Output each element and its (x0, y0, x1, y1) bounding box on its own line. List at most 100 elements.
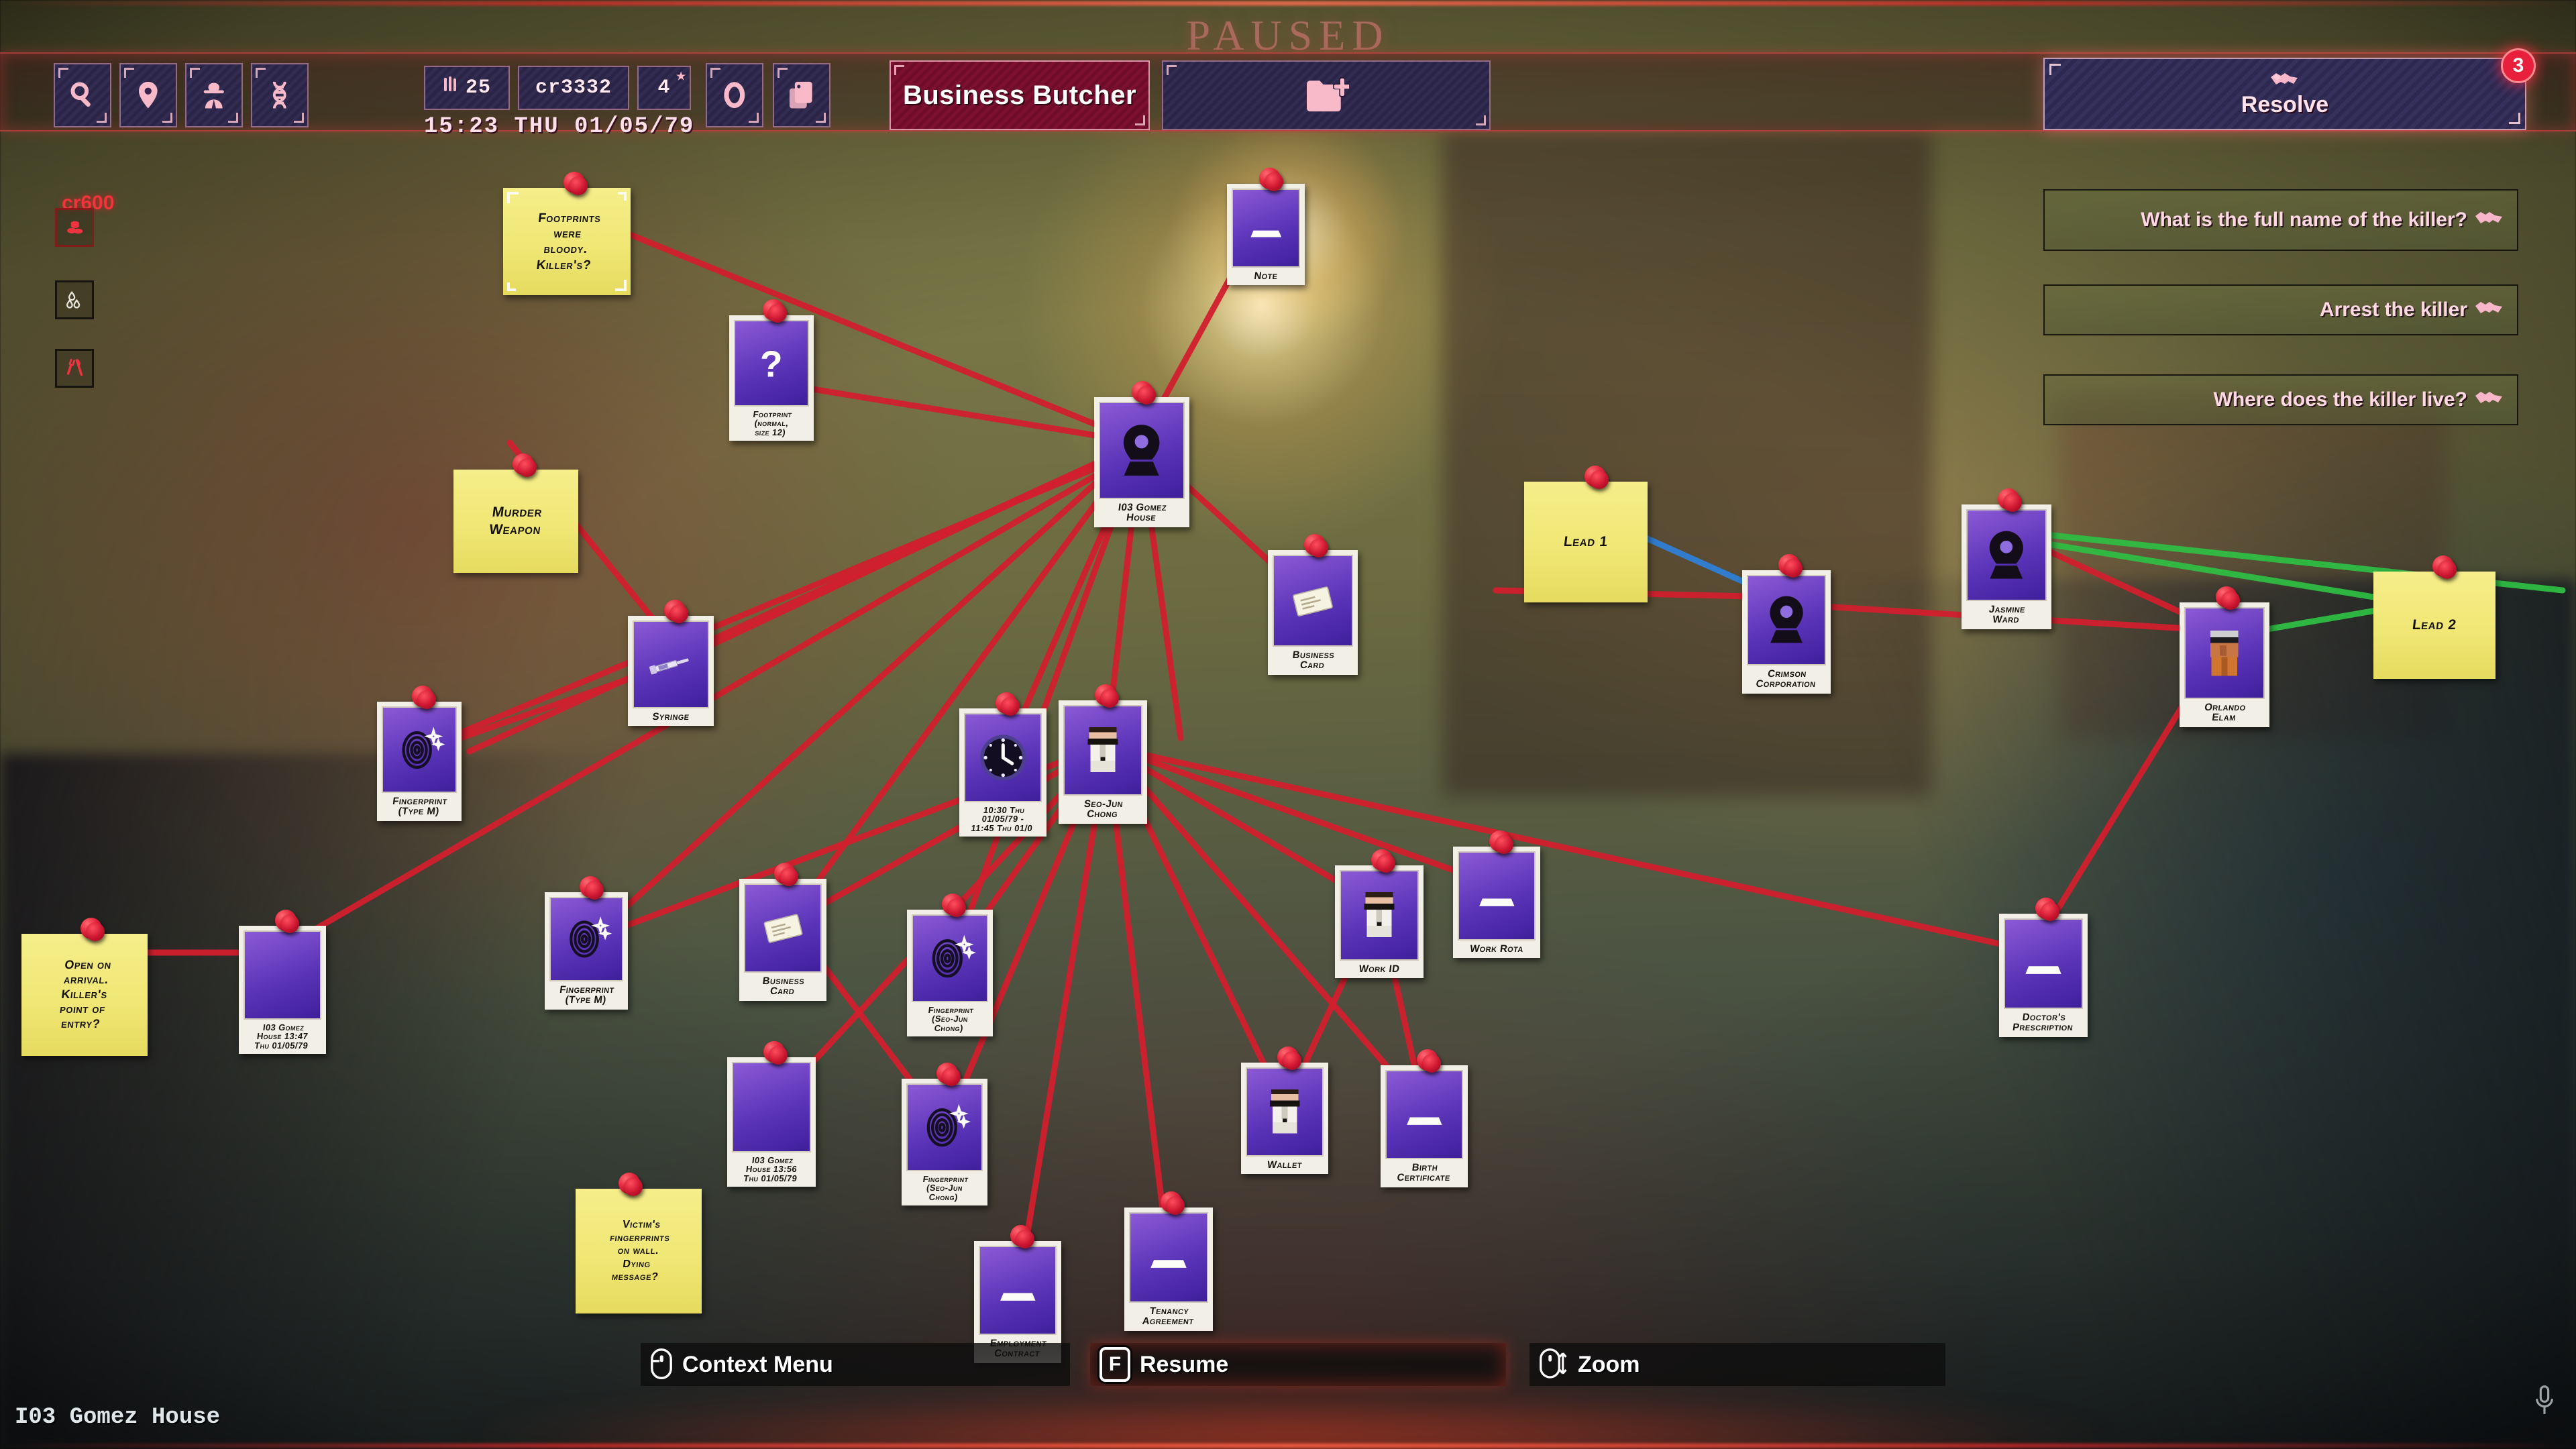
evidence-card[interactable]: Seo-Jun Chong (1059, 700, 1147, 824)
evidence-card[interactable]: Syringe (628, 616, 714, 727)
business-card-icon (763, 914, 803, 943)
card-thumbnail (382, 706, 457, 793)
card-thumbnail (2004, 918, 2083, 1009)
evidence-card-label: Orlando Elam (2204, 702, 2247, 724)
hud-zoom[interactable]: Zoom (1529, 1343, 1945, 1386)
evidence-card[interactable]: Business Card (739, 879, 826, 1001)
sticky-note[interactable]: Footprints were bloody. Killer's? (503, 188, 631, 295)
game-screen: PAUSED 25 cr3332 4 ★ 15:23 THU 01/05/79 (0, 0, 2576, 1449)
evidence-card[interactable]: Fingerprint (Type M) (545, 892, 628, 1010)
card-thumbnail (1063, 705, 1142, 796)
evidence-card[interactable]: Wallet (1241, 1063, 1328, 1175)
evidence-card[interactable]: Tenancy Agreement (1124, 1208, 1213, 1331)
sticky-note-text: Lead 1 (1562, 534, 1609, 550)
sticky-note[interactable]: Open on arrival. Killer's point of entry… (21, 934, 148, 1056)
evidence-card[interactable]: I03 Gomez House (1094, 397, 1189, 527)
clock-icon (980, 735, 1026, 781)
evidence-card-label: Fingerprint (Seo-Jun Chong) (922, 1174, 969, 1202)
evidence-card[interactable]: Jasmine Ward (1962, 504, 2051, 629)
evidence-card-label: I03 Gomez House 13:56 Thu 01/05/79 (743, 1155, 798, 1183)
evidence-card-label: 10:30 Thu 01/05/79 - 11:45 Thu 01/0 (970, 805, 1034, 833)
evidence-card-label: Footprint (normal, size 12) (752, 409, 793, 437)
document-icon (2025, 966, 2061, 975)
document-icon (1000, 1293, 1036, 1301)
sticky-note-text: Footprints were bloody. Killer's? (535, 211, 602, 272)
evidence-card-label: Work ID (1358, 963, 1401, 975)
person-portrait-icon (1087, 727, 1118, 773)
evidence-card-label: Fingerprint (Type M) (559, 984, 615, 1006)
sticky-note[interactable]: Lead 2 (2373, 572, 2496, 679)
evidence-card-label: Business Card (1291, 649, 1336, 672)
svg-text:?: ? (760, 343, 783, 384)
evidence-card[interactable]: Fingerprint (Type M) (377, 702, 462, 821)
evidence-card-label: Wallet (1267, 1159, 1303, 1171)
person-portrait-icon (1364, 892, 1395, 938)
evidence-card-label: Crimson Corporation (1755, 668, 1817, 690)
document-icon (1479, 898, 1515, 906)
hud-label: Zoom (1578, 1351, 1640, 1377)
map-pin-icon (1124, 424, 1160, 476)
card-thumbnail (906, 1083, 983, 1171)
card-thumbnail (1966, 509, 2047, 601)
evidence-card-label: Birth Certificate (1396, 1162, 1451, 1184)
card-thumbnail (244, 930, 321, 1020)
hud-label: Resume (1140, 1351, 1229, 1377)
card-thumbnail (979, 1246, 1057, 1335)
person-portrait-icon (2210, 630, 2239, 676)
corner-bracket (507, 282, 516, 291)
evidence-card-label: Doctor's Prescription (2012, 1012, 2074, 1034)
hud-resume[interactable]: F Resume (1090, 1343, 1506, 1386)
sticky-note-text: Murder Weapon (488, 504, 543, 537)
evidence-card[interactable]: Fingerprint (Seo-Jun Chong) (902, 1079, 987, 1205)
microphone-icon (2533, 1385, 2556, 1419)
evidence-card[interactable]: Doctor's Prescription (1999, 914, 2088, 1037)
evidence-card[interactable]: Fingerprint (Seo-Jun Chong) (907, 910, 993, 1036)
corner-bracket (618, 192, 627, 201)
document-icon (1250, 230, 1281, 237)
evidence-card-label: Business Card (761, 975, 806, 998)
card-thumbnail (549, 897, 623, 981)
evidence-card-label: Fingerprint (Seo-Jun Chong) (927, 1005, 975, 1033)
evidence-card[interactable]: ? Footprint (normal, size 12) (729, 315, 814, 441)
evidence-card[interactable]: I03 Gomez House 13:56 Thu 01/05/79 (727, 1057, 816, 1187)
syringe-icon (649, 658, 689, 675)
sticky-note-text: Victim's fingerprints on wall. Dying mes… (609, 1219, 672, 1283)
resolve-badge: 3 (2501, 48, 2536, 83)
evidence-card-label: Work Rota (1469, 943, 1524, 955)
evidence-card[interactable]: Birth Certificate (1381, 1065, 1468, 1187)
evidence-card[interactable]: Work ID (1335, 865, 1424, 979)
sticky-note[interactable]: Murder Weapon (453, 470, 578, 573)
fingerprint-icon (570, 916, 612, 958)
mouse-scroll-icon (1539, 1348, 1568, 1381)
evidence-card[interactable]: Crimson Corporation (1742, 570, 1831, 694)
evidence-layer: Footprints were bloody. Killer's? Murder … (0, 0, 2576, 1449)
evidence-card[interactable]: 10:30 Thu 01/05/79 - 11:45 Thu 01/0 (959, 708, 1046, 837)
evidence-card[interactable]: I03 Gomez House 13:47 Thu 01/05/79 (239, 926, 326, 1054)
evidence-card-label: Jasmine Ward (1988, 604, 2027, 626)
evidence-card-label: Note (1253, 270, 1279, 282)
evidence-card-label: Syringe (651, 711, 690, 722)
card-thumbnail (1340, 870, 1419, 961)
sticky-note[interactable]: Lead 1 (1524, 482, 1648, 602)
fingerprint-icon (402, 727, 445, 769)
card-thumbnail (1385, 1070, 1463, 1159)
document-icon (1406, 1117, 1442, 1125)
sticky-note[interactable]: Victim's fingerprints on wall. Dying mes… (576, 1189, 702, 1313)
card-thumbnail (732, 1062, 811, 1152)
evidence-card[interactable]: Business Card (1268, 550, 1358, 675)
business-card-icon (1293, 586, 1334, 616)
evidence-card[interactable]: Work Rota (1453, 847, 1540, 959)
card-thumbnail (964, 713, 1042, 802)
card-thumbnail (1273, 555, 1353, 647)
case-board[interactable]: Footprints were bloody. Killer's? Murder … (0, 0, 2576, 1449)
sticky-note-text: Lead 2 (2411, 617, 2458, 633)
evidence-card-label: I03 Gomez House 13:47 Thu 01/05/79 (254, 1022, 309, 1051)
card-thumbnail (1099, 402, 1185, 499)
evidence-card[interactable]: Note (1227, 184, 1305, 286)
evidence-card[interactable]: Orlando Elam (2180, 602, 2269, 727)
map-pin-icon (1989, 531, 2024, 579)
card-thumbnail (1747, 575, 1826, 665)
map-pin-icon (1770, 596, 1803, 643)
card-thumbnail (2184, 607, 2265, 699)
hud-context-menu[interactable]: Context Menu (641, 1343, 1070, 1386)
